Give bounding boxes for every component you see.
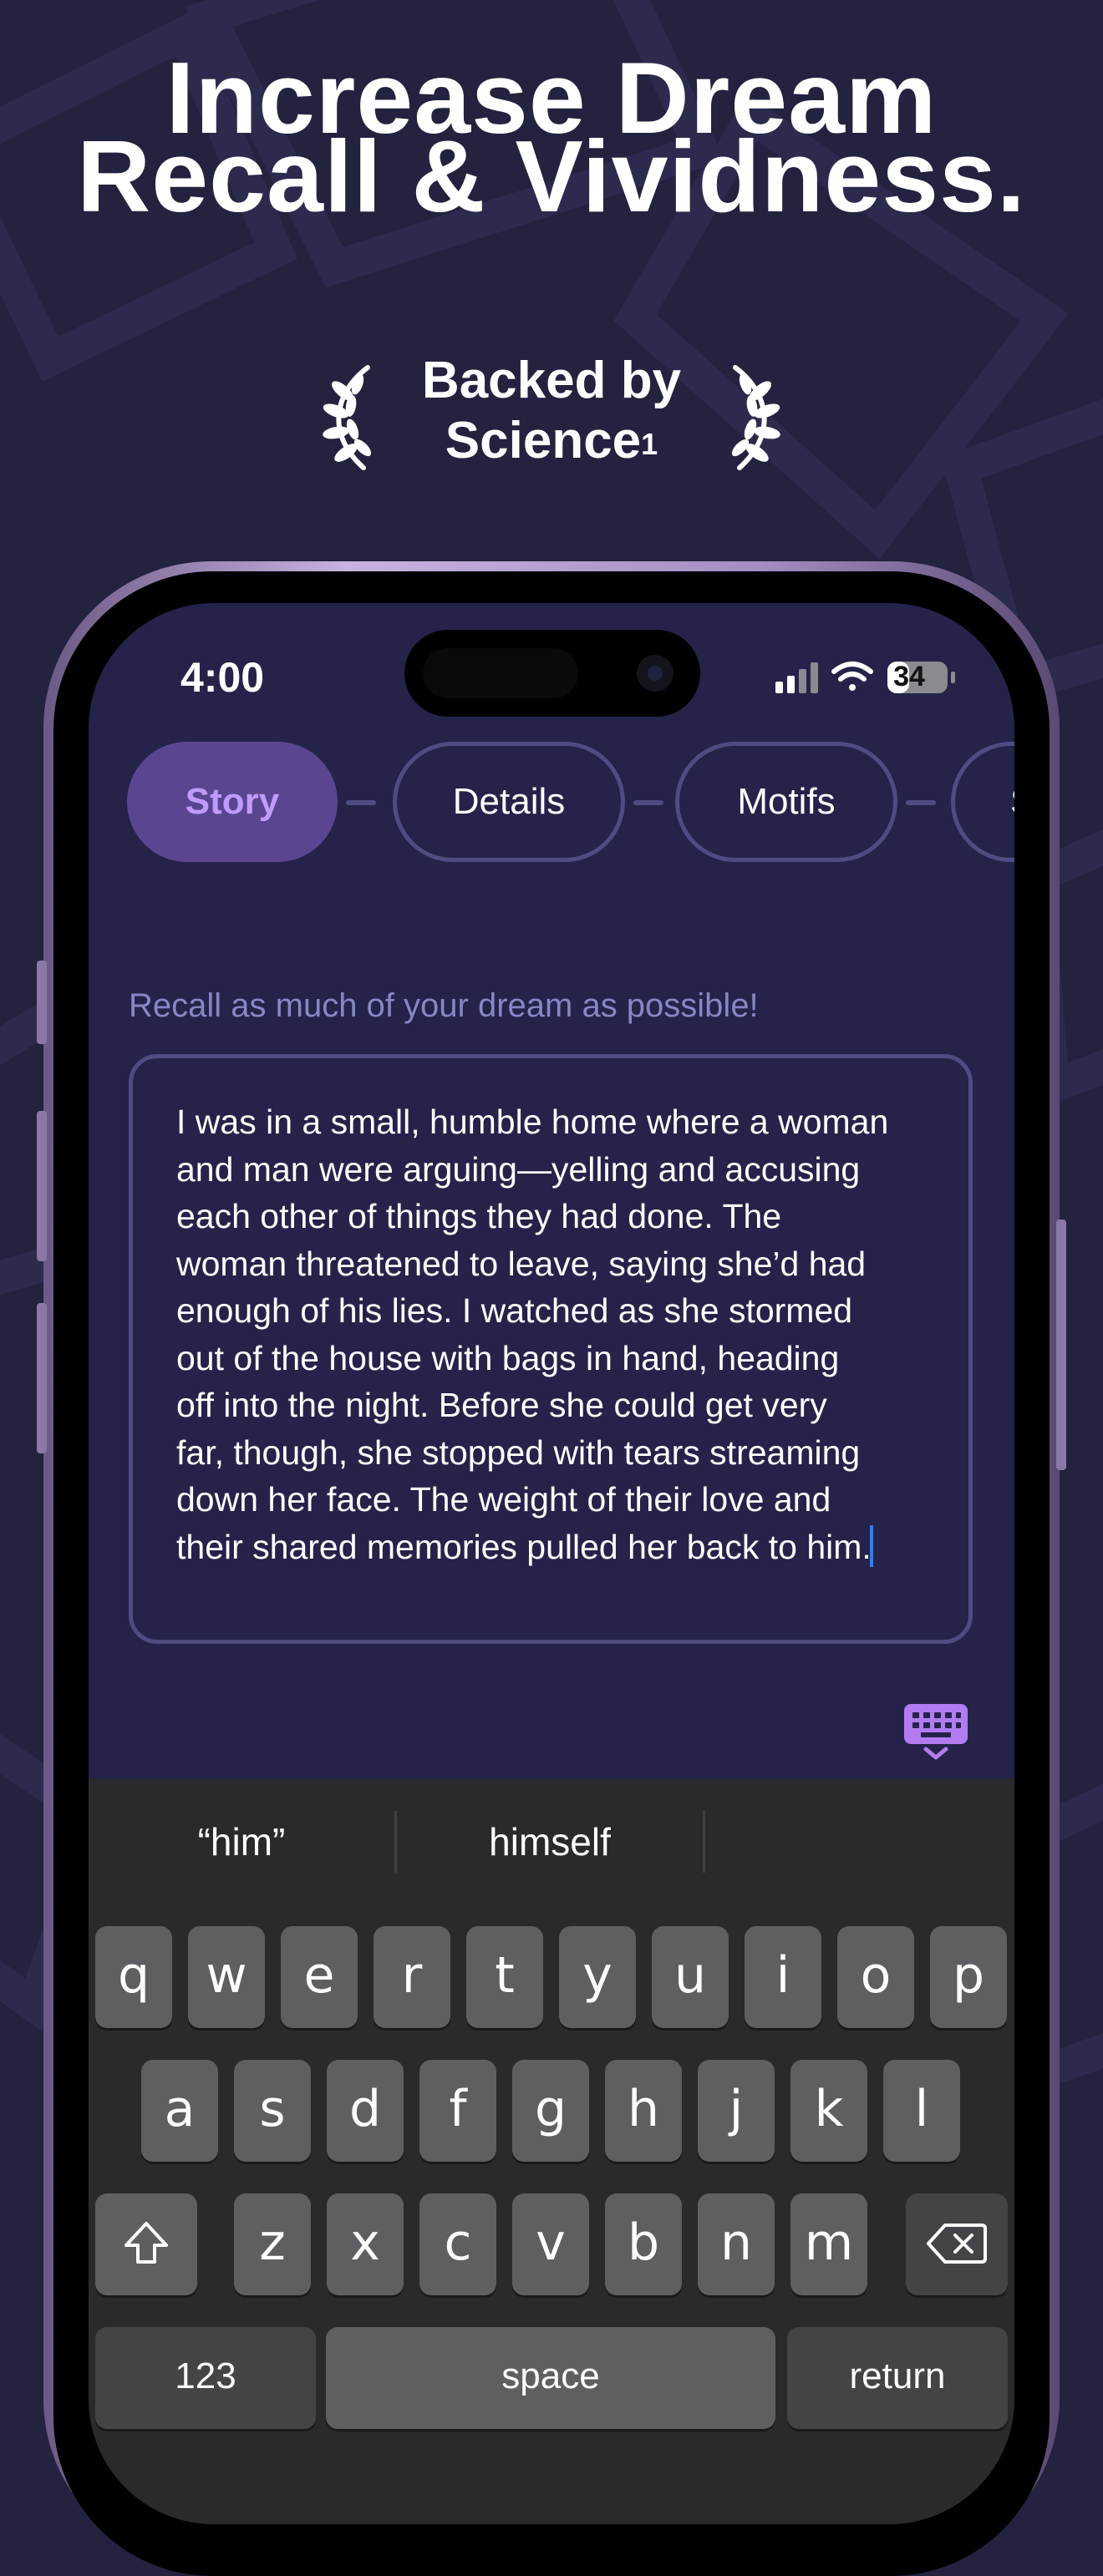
step-connector [346, 800, 376, 805]
key-w[interactable]: w [188, 1926, 265, 2028]
key-b[interactable]: b [605, 2193, 682, 2295]
tab-story[interactable]: Story [127, 742, 338, 862]
key-i[interactable]: i [745, 1926, 821, 2028]
action-button [37, 961, 47, 1044]
badge-text: Backed by Science1 [384, 351, 719, 471]
key-c[interactable]: c [419, 2193, 496, 2295]
island-sensor [423, 648, 578, 698]
keyboard-dismiss-icon[interactable] [902, 1702, 969, 1761]
key-g[interactable]: g [512, 2060, 589, 2162]
status-time: 4:00 [180, 654, 265, 701]
text-caret [869, 1524, 873, 1567]
suggestion-item[interactable] [705, 1813, 1011, 1871]
volume-up-button [37, 1111, 47, 1261]
key-n[interactable]: n [698, 2193, 775, 2295]
tab-motifs[interactable]: Motifs [675, 742, 897, 862]
key-l[interactable]: l [883, 2060, 960, 2162]
story-line: woman threatened to leave, saying she’d … [176, 1244, 867, 1283]
wifi-icon [831, 662, 873, 691]
story-line: I was in a small, humble home where a wo… [176, 1103, 889, 1141]
key-k[interactable]: k [790, 2060, 867, 2162]
key-e[interactable]: e [281, 1926, 358, 2028]
story-line: far, though, she stopped with tears stre… [176, 1433, 861, 1472]
tab-next-step[interactable]: S [951, 742, 1014, 862]
badge-line-1: Backed by [421, 352, 682, 409]
predictive-bar: “him” himself [89, 1779, 1014, 1904]
space-key[interactable]: space [326, 2327, 775, 2429]
badge-line-2: Science1 [445, 412, 658, 469]
story-line-last: their shared memories pulled her back to… [176, 1524, 927, 1571]
key-v[interactable]: v [512, 2193, 589, 2295]
step-connector [633, 800, 663, 805]
dream-story-input[interactable]: I was in a small, humble home where a wo… [129, 1054, 973, 1644]
phone-screen: 4:00 34 Story Details Motifs S R [89, 603, 1014, 2524]
suggestion-item[interactable]: himself [397, 1813, 703, 1871]
story-line: and man were arguing—yelling and accusin… [176, 1149, 861, 1189]
key-r[interactable]: r [374, 1926, 450, 2028]
key-s[interactable]: s [234, 2060, 311, 2162]
dynamic-island [404, 630, 700, 717]
delete-key[interactable] [906, 2193, 1008, 2295]
shift-key[interactable] [95, 2193, 197, 2295]
shift-icon [125, 2222, 168, 2264]
story-line: out of the house with bags in hand, head… [176, 1338, 840, 1377]
story-line: off into the night. Before she could get… [176, 1386, 827, 1424]
cellular-signal-icon [775, 662, 818, 693]
key-y[interactable]: y [559, 1926, 636, 2028]
science-badge: Backed by Science1 [301, 351, 802, 476]
headline-line-2: Recall & Vividness. [77, 119, 1026, 233]
laurel-right-icon [731, 365, 780, 470]
return-key[interactable]: return [787, 2327, 1008, 2429]
promo-headline: Increase Dream Recall & Vividness. [0, 47, 1103, 233]
footnote-marker: 1 [641, 427, 658, 461]
front-camera-icon [637, 655, 673, 692]
step-connector [906, 800, 936, 805]
key-f[interactable]: f [419, 2060, 496, 2162]
keyboard: “him” himself q w e r t y u i o p a s d … [89, 1779, 1014, 2524]
key-a[interactable]: a [141, 2060, 218, 2162]
key-p[interactable]: p [930, 1926, 1007, 2028]
key-m[interactable]: m [790, 2193, 867, 2295]
key-z[interactable]: z [234, 2193, 311, 2295]
key-x[interactable]: x [327, 2193, 404, 2295]
story-line: each other of things they had done. The [176, 1197, 782, 1235]
delete-icon [927, 2224, 987, 2264]
story-line: down her face. The weight of their love … [176, 1480, 831, 1519]
volume-down-button [37, 1303, 47, 1453]
story-line: enough of his lies. I watched as she sto… [176, 1291, 853, 1330]
key-j[interactable]: j [698, 2060, 775, 2162]
tab-details[interactable]: Details [393, 742, 625, 862]
key-d[interactable]: d [327, 2060, 404, 2162]
key-t[interactable]: t [466, 1926, 543, 2028]
key-h[interactable]: h [605, 2060, 682, 2162]
key-q[interactable]: q [95, 1926, 172, 2028]
battery-level: 34 [893, 661, 925, 692]
key-o[interactable]: o [837, 1926, 914, 2028]
key-u[interactable]: u [652, 1926, 729, 2028]
step-tabs: Story Details Motifs S [127, 742, 1014, 869]
numbers-key[interactable]: 123 [95, 2327, 316, 2429]
suggestion-item[interactable]: “him” [89, 1813, 394, 1871]
recall-prompt: Recall as much of your dream as possible… [129, 987, 759, 1024]
side-button [1056, 1220, 1066, 1470]
laurel-left-icon [323, 365, 372, 470]
